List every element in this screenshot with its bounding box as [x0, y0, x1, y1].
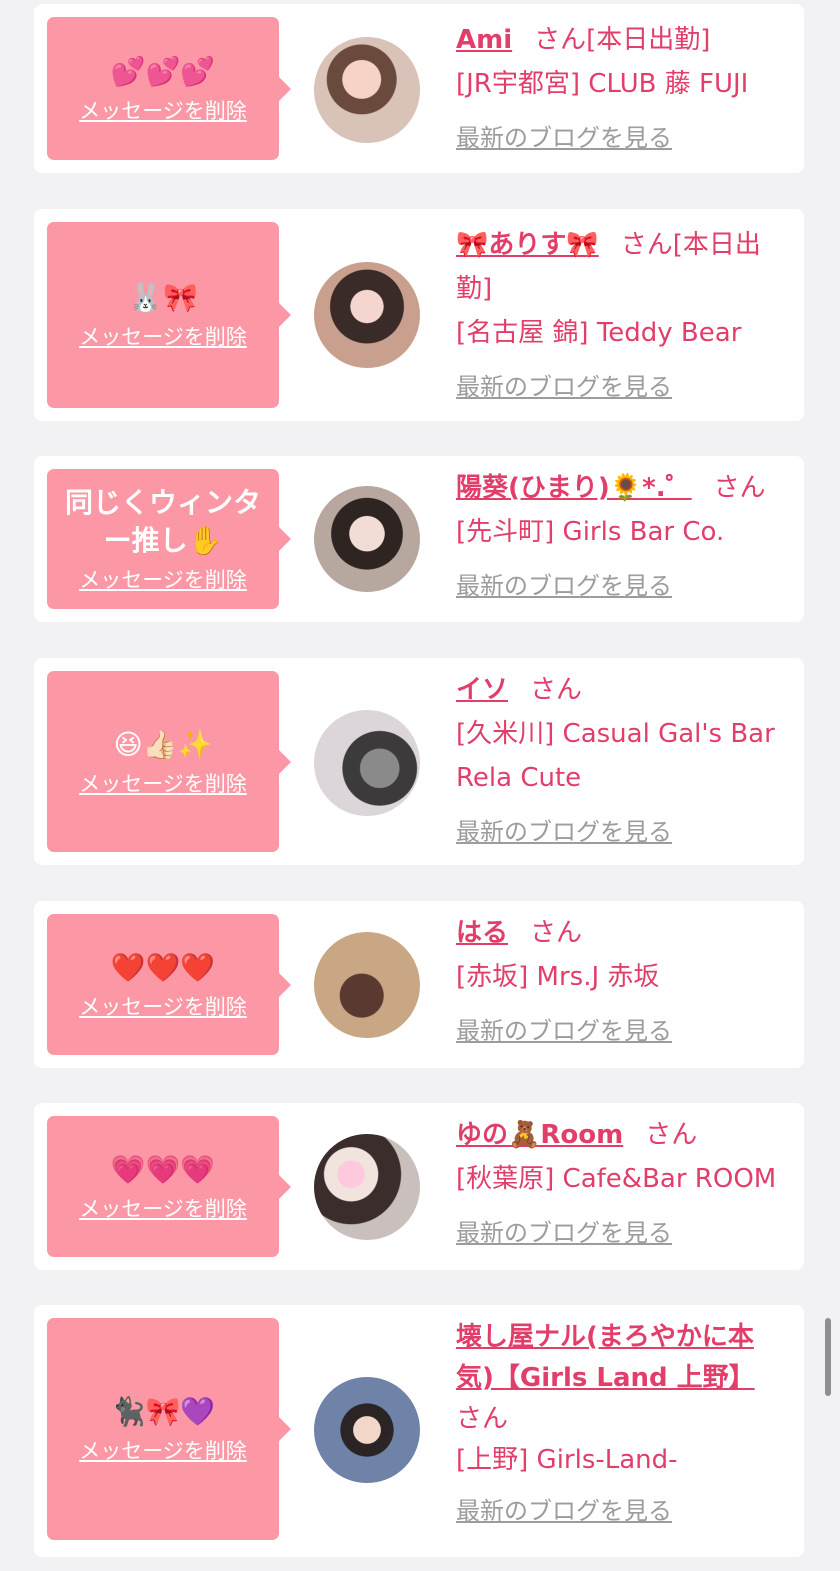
message-card: 同じくウィンター推し✋ メッセージを削除 陽葵(ひまり)🌻*.゜ さん [先斗町]… [34, 456, 804, 622]
honorific: さん [645, 1120, 698, 1150]
message-bubble: ❤️❤️❤️ メッセージを削除 [47, 914, 291, 1055]
cast-info: 陽葵(ひまり)🌻*.゜ さん [先斗町] Girls Bar Co. 最新のブログ… [456, 466, 791, 608]
message-card: ❤️❤️❤️ メッセージを削除 はる さん [赤坂] Mrs.J 赤坂 最新のブロ… [34, 901, 804, 1068]
message-text: ❤️❤️❤️ [110, 950, 216, 984]
latest-blog-link[interactable]: 最新のブログを見る [456, 564, 672, 608]
message-card: 🐈‍⬛🎀💜 メッセージを削除 壊し屋ナル(まろやかに本気)【Girls Land… [34, 1305, 804, 1557]
cast-info: はる さん [赤坂] Mrs.J 赤坂 最新のブログを見る [456, 911, 791, 1053]
message-bubble: 🐰🎀 メッセージを削除 [47, 222, 291, 408]
latest-blog-link[interactable]: 最新のブログを見る [456, 1009, 672, 1053]
message-text: 😆👍🏻✨ [113, 727, 213, 761]
avatar[interactable] [314, 262, 420, 368]
cast-name-link[interactable]: ゆの🧸Room [456, 1120, 623, 1150]
cast-name-link[interactable]: Ami [456, 25, 512, 55]
cast-name-link[interactable]: 🎀ありす🎀 [456, 230, 599, 260]
cast-info: 🎀ありす🎀 さん[本日出勤] [名古屋 錦] Teddy Bear 最新のブログを… [456, 223, 791, 409]
shop-name: [久米川] Casual Gal's Bar Rela Cute [456, 719, 775, 793]
message-bubble: 🐈‍⬛🎀💜 メッセージを削除 [47, 1318, 291, 1540]
latest-blog-link[interactable]: 最新のブログを見る [456, 1491, 672, 1532]
message-bubble: 同じくウィンター推し✋ メッセージを削除 [47, 469, 291, 609]
shop-name: [秋葉原] Cafe&Bar ROOM [456, 1164, 777, 1194]
attendance-status: [本日出勤] [586, 25, 711, 55]
cast-info: ゆの🧸Room さん [秋葉原] Cafe&Bar ROOM 最新のブログを見る [456, 1113, 791, 1255]
message-card: 💕💕💕 メッセージを削除 Ami さん[本日出勤] [JR宇都宮] CLUB 藤 … [34, 4, 804, 173]
avatar[interactable] [314, 486, 420, 592]
avatar[interactable] [314, 932, 420, 1038]
honorific: さん [713, 473, 766, 503]
delete-message-link[interactable]: メッセージを削除 [79, 95, 247, 125]
shop-name: [先斗町] Girls Bar Co. [456, 517, 725, 547]
avatar[interactable] [314, 1134, 420, 1240]
honorific: さん [530, 675, 583, 705]
message-card: 🐰🎀 メッセージを削除 🎀ありす🎀 さん[本日出勤] [名古屋 錦] Teddy … [34, 209, 804, 421]
shop-name: [上野] Girls-Land- [456, 1445, 678, 1475]
scrollbar[interactable] [825, 1318, 831, 1396]
avatar[interactable] [314, 37, 420, 143]
message-card: 😆👍🏻✨ メッセージを削除 イソ さん [久米川] Casual Gal's Ba… [34, 658, 804, 865]
delete-message-link[interactable]: メッセージを削除 [79, 564, 247, 594]
honorific: さん [534, 25, 587, 55]
shop-name: [名古屋 錦] Teddy Bear [456, 318, 742, 348]
cast-name-link[interactable]: はる [456, 918, 508, 948]
avatar[interactable] [314, 1377, 420, 1483]
shop-name: [JR宇都宮] CLUB 藤 FUJI [456, 69, 749, 99]
honorific: さん [530, 918, 583, 948]
delete-message-link[interactable]: メッセージを削除 [79, 1193, 247, 1223]
honorific: さん [620, 230, 673, 260]
delete-message-link[interactable]: メッセージを削除 [79, 991, 247, 1021]
message-text: 🐰🎀 [128, 281, 198, 314]
delete-message-link[interactable]: メッセージを削除 [79, 1435, 247, 1465]
message-text: 💕💕💕 [110, 54, 216, 88]
message-bubble: 💕💕💕 メッセージを削除 [47, 17, 291, 160]
latest-blog-link[interactable]: 最新のブログを見る [456, 365, 672, 409]
message-card: 💗💗💗 メッセージを削除 ゆの🧸Room さん [秋葉原] Cafe&Bar RO… [34, 1103, 804, 1270]
cast-info: イソ さん [久米川] Casual Gal's Bar Rela Cute 最新… [456, 668, 791, 854]
message-text: 同じくウィンター推し✋ [64, 486, 261, 557]
shop-name: [赤坂] Mrs.J 赤坂 [456, 962, 660, 992]
cast-name-link[interactable]: 壊し屋ナル(まろやかに本気)【Girls Land 上野】 [456, 1322, 755, 1393]
latest-blog-link[interactable]: 最新のブログを見る [456, 116, 672, 160]
message-text: 🐈‍⬛🎀💜 [110, 1395, 216, 1428]
message-bubble: 😆👍🏻✨ メッセージを削除 [47, 671, 291, 852]
message-text: 💗💗💗 [110, 1152, 216, 1186]
avatar[interactable] [314, 710, 420, 816]
cast-name-link[interactable]: イソ [456, 675, 508, 705]
delete-message-link[interactable]: メッセージを削除 [79, 768, 247, 798]
cast-info: Ami さん[本日出勤] [JR宇都宮] CLUB 藤 FUJI 最新のブログを見… [456, 18, 791, 160]
honorific: さん [456, 1404, 509, 1434]
delete-message-link[interactable]: メッセージを削除 [79, 321, 247, 351]
latest-blog-link[interactable]: 最新のブログを見る [456, 1211, 672, 1255]
message-bubble: 💗💗💗 メッセージを削除 [47, 1116, 291, 1257]
latest-blog-link[interactable]: 最新のブログを見る [456, 810, 672, 854]
cast-name-link[interactable]: 陽葵(ひまり)🌻*.゜ [456, 473, 692, 503]
cast-info: 壊し屋ナル(まろやかに本気)【Girls Land 上野】 さん [上野] Gi… [456, 1317, 791, 1532]
